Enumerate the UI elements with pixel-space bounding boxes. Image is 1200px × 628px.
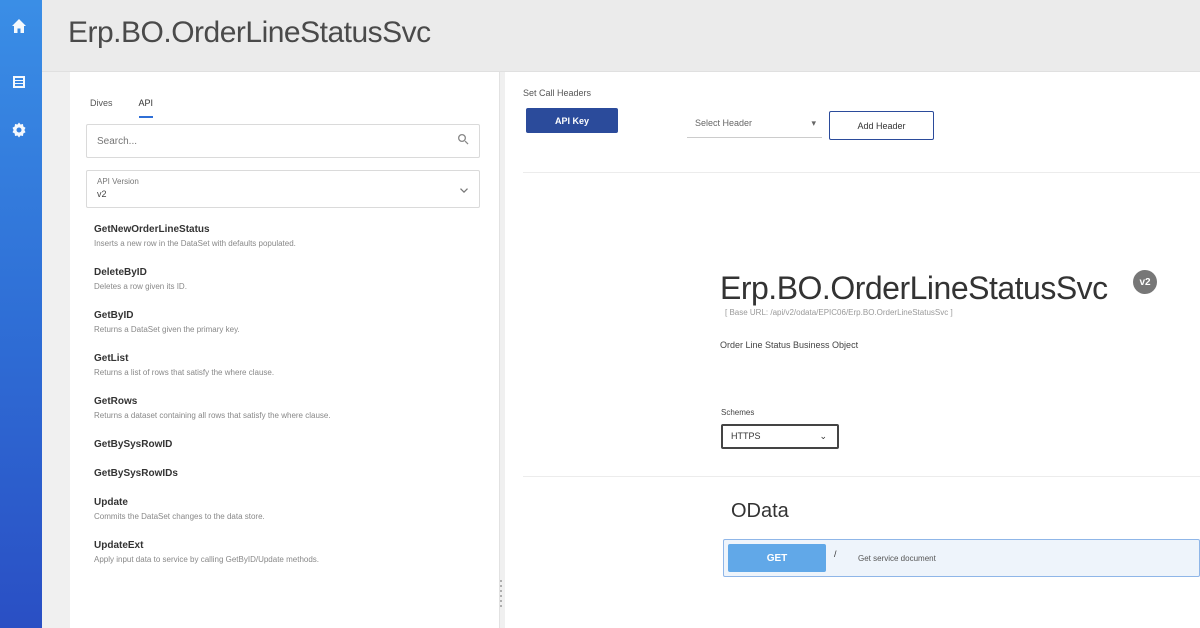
operation-description: Commits the DataSet changes to the data … (94, 512, 265, 521)
operation-list: GetNewOrderLineStatus Inserts a new row … (94, 224, 484, 583)
operation-name: GetNewOrderLineStatus (94, 224, 210, 235)
settings-icon[interactable] (9, 120, 29, 140)
header-select[interactable]: Select Header ▾ (687, 112, 822, 138)
chevron-down-icon: ▾ (811, 118, 816, 128)
list-item[interactable]: DeleteByID Deletes a row given its ID. (94, 267, 484, 310)
operation-path: / (834, 549, 837, 559)
operation-name: GetByID (94, 310, 134, 321)
api-key-button[interactable]: API Key (526, 108, 618, 133)
home-icon[interactable] (9, 16, 29, 36)
list-item[interactable]: GetBySysRowID (94, 439, 484, 468)
call-headers-label: Set Call Headers (523, 88, 592, 98)
search-icon[interactable] (457, 132, 469, 150)
operation-description: Returns a list of rows that satisfy the … (94, 368, 275, 377)
chevron-down-icon (459, 183, 469, 193)
panel-resize-handle[interactable] (499, 580, 503, 620)
tab-api[interactable]: API (138, 98, 154, 118)
list-item[interactable]: Update Commits the DataSet changes to th… (94, 497, 484, 540)
operation-name: GetRows (94, 396, 138, 407)
section-title[interactable]: OData (731, 500, 789, 523)
operation-name: Update (94, 497, 128, 508)
schemes-select[interactable]: HTTPS ⌄ (721, 424, 839, 449)
api-version-value: v2 (97, 189, 107, 199)
api-version-label: API Version (97, 177, 139, 186)
operation-description: Apply input data to service by calling G… (94, 555, 320, 564)
version-badge: v2 (1133, 270, 1157, 294)
service-description: Order Line Status Business Object (720, 340, 859, 350)
nav-rail (0, 0, 42, 628)
add-header-button[interactable]: Add Header (829, 111, 934, 140)
operation-name: UpdateExt (94, 540, 144, 551)
list-item[interactable]: GetNewOrderLineStatus Inserts a new row … (94, 224, 484, 267)
list-item[interactable]: GetList Returns a list of rows that sati… (94, 353, 484, 396)
list-icon[interactable] (9, 72, 29, 92)
operation-description: Deletes a row given its ID. (94, 282, 187, 291)
operation-summary: Get service document (858, 554, 936, 563)
divider (523, 172, 1200, 173)
list-item[interactable]: GetRows Returns a dataset containing all… (94, 396, 484, 439)
operation-name: DeleteByID (94, 267, 147, 278)
page-title: Erp.BO.OrderLineStatusSvc (68, 16, 431, 49)
http-method-badge: GET (728, 544, 826, 572)
operation-description: Returns a DataSet given the primary key. (94, 325, 240, 334)
operation-description: Returns a dataset containing all rows th… (94, 411, 331, 420)
operation-name: GetList (94, 353, 129, 364)
api-list-panel: Dives API API Version v2 GetNewOrderLine… (70, 72, 500, 628)
list-item[interactable]: UpdateExt Apply input data to service by… (94, 540, 484, 583)
operation-name: GetBySysRowID (94, 439, 173, 450)
tab-dives[interactable]: Dives (90, 98, 113, 118)
operation-description: Inserts a new row in the DataSet with de… (94, 239, 296, 248)
operation-name: GetBySysRowIDs (94, 468, 178, 479)
api-detail-panel: Set Call Headers API Key Select Header ▾… (505, 72, 1200, 628)
search-box (86, 124, 480, 158)
panel-tabs: Dives API (90, 98, 154, 118)
api-version-select[interactable]: API Version v2 (86, 170, 480, 208)
base-url: [ Base URL: /api/v2/odata/EPIC06/Erp.BO.… (725, 308, 953, 317)
list-item[interactable]: GetByID Returns a DataSet given the prim… (94, 310, 484, 353)
divider (523, 476, 1200, 477)
service-title: Erp.BO.OrderLineStatusSvc (720, 270, 1108, 306)
schemes-label: Schemes (721, 408, 755, 417)
header-select-placeholder: Select Header (695, 118, 753, 128)
operation-row[interactable]: GET / Get service document (723, 539, 1200, 577)
chevron-down-icon: ⌄ (819, 431, 827, 441)
schemes-value: HTTPS (731, 431, 761, 441)
page-header: Erp.BO.OrderLineStatusSvc (42, 0, 1200, 72)
list-item[interactable]: GetBySysRowIDs (94, 468, 484, 497)
search-input[interactable] (97, 135, 457, 147)
